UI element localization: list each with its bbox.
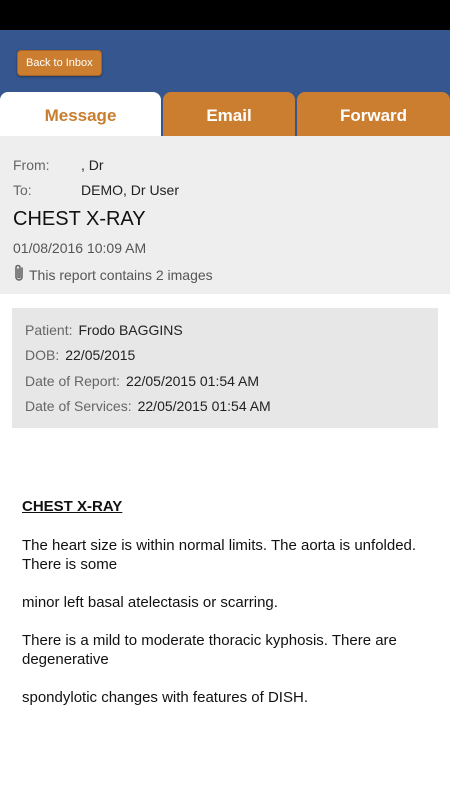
report-date-label: Date of Report: — [25, 373, 120, 389]
tab-email[interactable]: Email — [163, 92, 295, 136]
tab-forward[interactable]: Forward — [297, 92, 450, 136]
from-value: , Dr — [81, 157, 104, 173]
paperclip-icon — [13, 264, 27, 285]
dob-row: DOB: 22/05/2015 — [25, 347, 135, 363]
patient-row: Patient: Frodo BAGGINS — [25, 322, 183, 338]
dob-label: DOB: — [25, 347, 60, 363]
patient-info-box: Patient: Frodo BAGGINS DOB: 22/05/2015 Dat… — [12, 308, 438, 428]
message-subject: CHEST X-RAY — [13, 208, 146, 230]
report-paragraph: There is a mild to moderate thoracic kyp… — [22, 632, 397, 668]
dob-value: 22/05/2015 — [65, 347, 136, 363]
from-label: From: — [13, 157, 50, 173]
report-date-value: 22/05/2015 01:54 AM — [125, 373, 260, 389]
message-datetime: 01/08/2016 10:09 AM — [13, 240, 147, 256]
tab-bar: Message Email Forward — [0, 92, 450, 136]
report-body: CHEST X-RAY The heart size is within nor… — [22, 498, 432, 726]
report-paragraph: minor left basal atelectasis or scarring… — [22, 594, 278, 611]
to-value: DEMO, Dr User — [81, 182, 179, 198]
patient-label: Patient: — [25, 322, 73, 338]
report-paragraph: spondylotic changes with features of DIS… — [22, 689, 308, 706]
back-to-inbox-button[interactable]: Back to Inbox — [17, 50, 102, 76]
app-header: Back to Inbox — [0, 30, 450, 92]
report-date-row: Date of Report: 22/05/2015 01:54 AM — [25, 373, 259, 389]
to-label: To: — [13, 182, 32, 198]
patient-name: Frodo BAGGINS — [78, 322, 183, 338]
service-date-value: 22/05/2015 01:54 AM — [137, 398, 271, 414]
from-row: From: , Dr — [13, 157, 104, 173]
tab-message[interactable]: Message — [0, 92, 161, 136]
report-title: CHEST X-RAY — [22, 498, 123, 515]
attachment-note[interactable]: This report contains 2 images — [13, 264, 213, 285]
service-date-label: Date of Services: — [25, 398, 132, 414]
report-paragraph: The heart size is within normal limits. … — [22, 537, 417, 573]
message-header: From: , Dr To: DEMO, Dr User CHEST X-RAY 0… — [0, 136, 450, 294]
service-date-row: Date of Services: 22/05/2015 01:54 AM — [25, 398, 271, 414]
to-row: To: DEMO, Dr User — [13, 182, 179, 198]
status-bar — [0, 0, 450, 30]
attachment-text: This report contains 2 images — [29, 267, 213, 283]
